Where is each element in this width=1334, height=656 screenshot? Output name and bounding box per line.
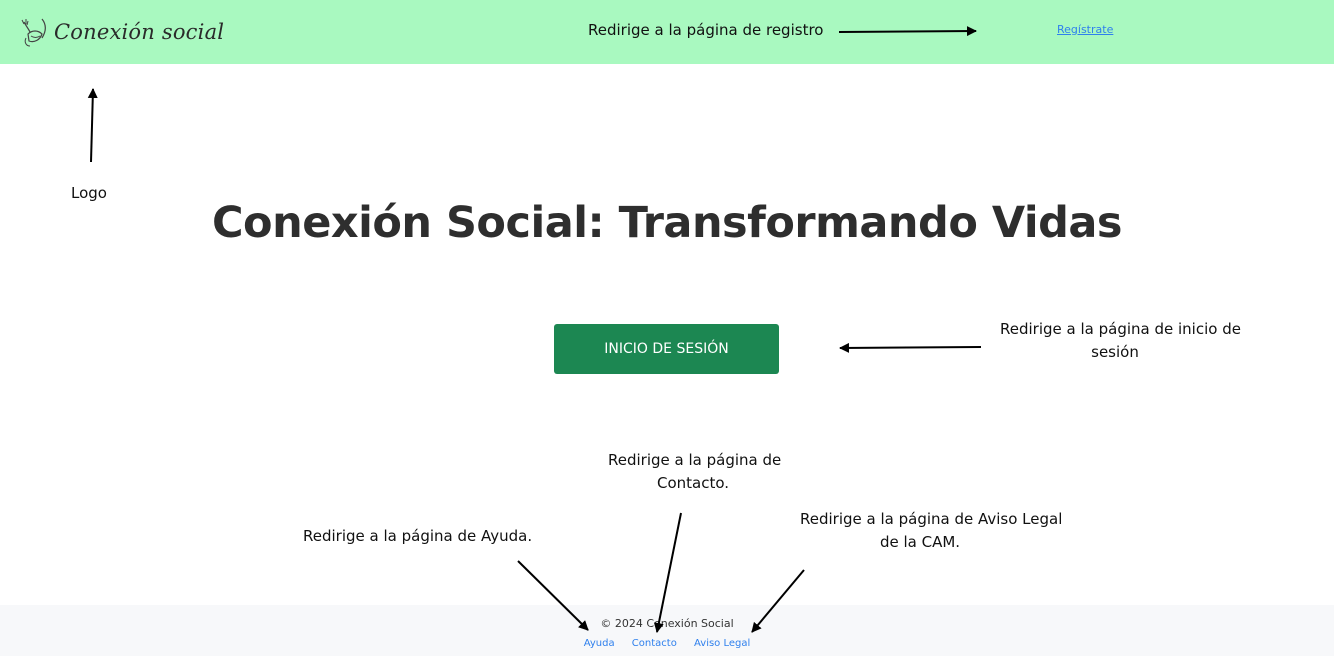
register-link[interactable]: Regístrate: [1057, 23, 1113, 36]
logo[interactable]: Conexión social: [20, 14, 224, 50]
copyright-text: © 2024 Conexión Social: [600, 617, 734, 630]
contact-annotation: Redirige a la página de Contacto.: [608, 449, 782, 495]
login-annotation: Redirige a la página de inicio de sesión: [1000, 318, 1241, 364]
logo-text: Conexión social: [54, 20, 225, 44]
legal-annotation-line-1: Redirige a la página de Aviso Legal: [800, 510, 1063, 528]
contact-annotation-line-2: Contacto.: [656, 474, 730, 492]
legal-annotation-line-2: de la CAM.: [879, 533, 961, 551]
footer: © 2024 Conexión Social Ayuda Contacto Av…: [0, 605, 1334, 656]
footer-link-legal[interactable]: Aviso Legal: [694, 638, 750, 649]
help-annotation: Redirige a la página de Ayuda.: [303, 527, 533, 545]
logo-arrow: [87, 88, 98, 163]
footer-links: Ayuda Contacto Aviso Legal: [0, 638, 1334, 649]
register-annotation: Redirige a la página de registro: [588, 21, 824, 39]
footer-link-help[interactable]: Ayuda: [584, 638, 615, 649]
login-button[interactable]: INICIO DE SESIÓN: [554, 324, 779, 374]
login-arrow: [839, 342, 982, 353]
login-annotation-line-2: sesión: [1091, 343, 1139, 361]
page-title: Conexión Social: Transformando Vidas: [211, 198, 1123, 248]
footer-link-contact[interactable]: Contacto: [632, 638, 677, 649]
login-annotation-line-1: Redirige a la página de inicio de: [1000, 320, 1241, 338]
contact-annotation-line-1: Redirige a la página de: [608, 451, 782, 469]
legal-annotation: Redirige a la página de Aviso Legal de l…: [800, 508, 1063, 554]
handshake-icon: [21, 18, 46, 47]
